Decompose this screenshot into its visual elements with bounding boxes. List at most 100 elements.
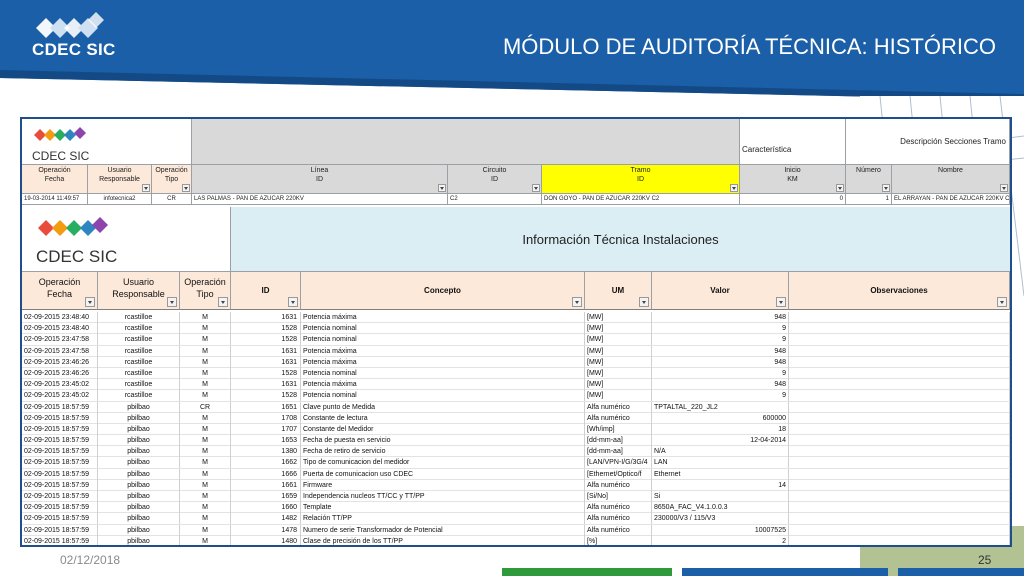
cell-op-fecha: 02-09-2015 18:57:59 [22,479,98,491]
table-row[interactable]: 02-09-2015 23:47:58 rcastilloe M 1528 Potenc… [22,334,1010,346]
table-row[interactable]: 02-09-2015 18:57:59 pbilbao M 1660 Template A… [22,502,1010,514]
cell-valor: 9 [652,323,789,335]
filter-dropdown-icon[interactable] [882,184,890,192]
filter-dropdown-icon[interactable] [85,297,95,307]
tramo-col-numero-label: Número [856,167,881,174]
cdec-logo-icon [38,217,108,236]
cell-id: 1631 [231,345,301,357]
cell-observaciones [789,535,1010,545]
cell-op-tipo: M [180,390,231,402]
table-row[interactable]: 02-09-2015 18:57:59 pbilbao CR 1651 Clave pu… [22,401,1010,413]
tramo-col-op-fecha[interactable]: Operación Fecha [22,165,88,194]
cell-op-fecha: 02-09-2015 18:57:59 [22,513,98,525]
cell-op-tipo: M [180,468,231,480]
table-row[interactable]: 02-09-2015 18:57:59 pbilbao M 1708 Constante… [22,412,1010,424]
cell-valor: 9 [652,367,789,379]
table-row[interactable]: 02-09-2015 23:46:26 rcastilloe M 1631 Potenc… [22,356,1010,368]
table-row[interactable]: 02-09-2015 23:45:02 rcastilloe M 1528 Potenc… [22,390,1010,402]
col-op-tipo[interactable]: Operación Tipo [180,272,231,310]
header-band: CDEC SIC MÓDULO DE AUDITORÍA TÉCNICA: HI… [0,0,1024,100]
filter-dropdown-icon[interactable] [288,297,298,307]
cell-concepto: Firmware [301,479,585,491]
cell-op-tipo: M [180,323,231,335]
table-row[interactable]: 02-09-2015 18:57:59 pbilbao M 1478 Numero de… [22,524,1010,536]
filter-dropdown-icon[interactable] [1000,184,1008,192]
cdec-logo-icon [34,127,86,141]
filter-dropdown-icon[interactable] [776,297,786,307]
cell-op-tipo: M [180,334,231,346]
cell-id: 1631 [231,379,301,391]
table-row[interactable]: 02-09-2015 18:57:59 pbilbao M 1707 Constante… [22,423,1010,436]
filter-dropdown-icon[interactable] [836,184,844,192]
table-row[interactable]: 02-09-2015 18:57:59 pbilbao M 1662 Tipo de c… [22,457,1010,469]
filter-dropdown-icon[interactable] [182,184,190,192]
tramo-col-inicio[interactable]: Inicio KM [740,165,846,194]
col-um[interactable]: UM [585,272,652,310]
cell-valor: 600000 [652,412,789,424]
col-valor-label: Valor [710,286,730,295]
col-observaciones[interactable]: Observaciones [789,272,1010,310]
filter-dropdown-icon[interactable] [218,297,228,307]
table-row[interactable]: 02-09-2015 18:57:59 pbilbao M 1661 Firmware A… [22,479,1010,491]
cell-um: Alfa numérico [585,513,652,525]
filter-dropdown-icon[interactable] [438,184,446,192]
tramo-col-usuario-label: Usuario Responsable [99,167,140,183]
cell-um: [dd-mm-aa] [585,446,652,458]
col-op-tipo-label: Operación Tipo [184,277,226,299]
filter-dropdown-icon[interactable] [532,184,540,192]
cell-op-fecha: 02-09-2015 23:46:26 [22,356,98,368]
cell-valor: Ethernet [652,468,789,480]
table-row[interactable]: 02-09-2015 23:45:02 rcastilloe M 1631 Potenc… [22,379,1010,391]
tramo-col-circuito[interactable]: Circuito ID [448,165,542,194]
brand-name: CDEC SIC [32,40,116,59]
table-row[interactable]: 02-09-2015 23:46:26 rcastilloe M 1528 Potenc… [22,367,1010,380]
table-row[interactable]: 02-09-2015 23:47:58 rcastilloe M 1631 Potenc… [22,345,1010,357]
cell-um: [Wh/imp] [585,423,652,435]
cell-um: [dd-mm-aa] [585,435,652,447]
cell-usuario: pbilbao [98,502,180,514]
tramo-row-nombre: EL ARRAYAN - PAN DE AZUCAR 220KV C2 [892,194,1010,205]
tramo-col-tramo[interactable]: Tramo ID [542,165,740,194]
cell-usuario: rcastilloe [98,390,180,402]
col-concepto[interactable]: Concepto [301,272,585,310]
slide-title: MÓDULO DE AUDITORÍA TÉCNICA: HISTÓRICO [502,34,996,59]
table-row[interactable]: 02-09-2015 18:57:59 pbilbao M 1653 Fecha de … [22,435,1010,447]
cell-um: Alfa numérico [585,502,652,514]
col-op-fecha[interactable]: Operación Fecha [22,272,98,310]
cell-um: [MW] [585,345,652,357]
table-row[interactable]: 02-09-2015 18:57:59 pbilbao M 1480 Clase de … [22,535,1010,545]
col-id[interactable]: ID [231,272,301,310]
table-row[interactable]: 02-09-2015 18:57:59 pbilbao M 1659 Independe… [22,491,1010,503]
cell-usuario: rcastilloe [98,367,180,379]
col-valor[interactable]: Valor [652,272,789,310]
tramo-col-nombre[interactable]: Nombre [892,165,1010,194]
cell-observaciones [789,412,1010,424]
tramo-col-linea[interactable]: Línea ID [192,165,448,194]
cell-concepto: Constante de lectura [301,412,585,424]
filter-dropdown-icon[interactable] [167,297,177,307]
filter-dropdown-icon[interactable] [572,297,582,307]
filter-dropdown-icon[interactable] [730,184,738,192]
tramo-col-numero[interactable]: Número [846,165,892,194]
tramo-col-op-tipo[interactable]: Operación Tipo [152,165,192,194]
table-row[interactable]: 02-09-2015 18:57:59 pbilbao M 1380 Fecha de … [22,446,1010,458]
tramo-col-usuario[interactable]: Usuario Responsable [88,165,152,194]
tramo-col-nombre-label: Nombre [938,167,963,174]
table-row[interactable]: 02-09-2015 18:57:59 pbilbao M 1482 Relación … [22,513,1010,525]
cell-usuario: pbilbao [98,513,180,525]
cell-usuario: pbilbao [98,468,180,480]
table-row[interactable]: 02-09-2015 23:48:40 rcastilloe M 1631 Potenc… [22,312,1010,324]
col-usuario[interactable]: Usuario Responsable [98,272,180,310]
cell-op-fecha: 02-09-2015 23:47:58 [22,334,98,346]
cell-um: [LAN/VPN-I/G/3G/4 [585,457,652,469]
cell-valor: 9 [652,334,789,346]
filter-dropdown-icon[interactable] [997,297,1007,307]
filter-dropdown-icon[interactable] [142,184,150,192]
cell-concepto: Template [301,502,585,514]
cell-observaciones [789,513,1010,525]
table-row[interactable]: 02-09-2015 18:57:59 pbilbao M 1666 Puerta de… [22,468,1010,480]
filter-dropdown-icon[interactable] [639,297,649,307]
cell-usuario: rcastilloe [98,379,180,391]
cell-observaciones [789,345,1010,357]
table-row[interactable]: 02-09-2015 23:48:40 rcastilloe M 1528 Potenc… [22,323,1010,335]
